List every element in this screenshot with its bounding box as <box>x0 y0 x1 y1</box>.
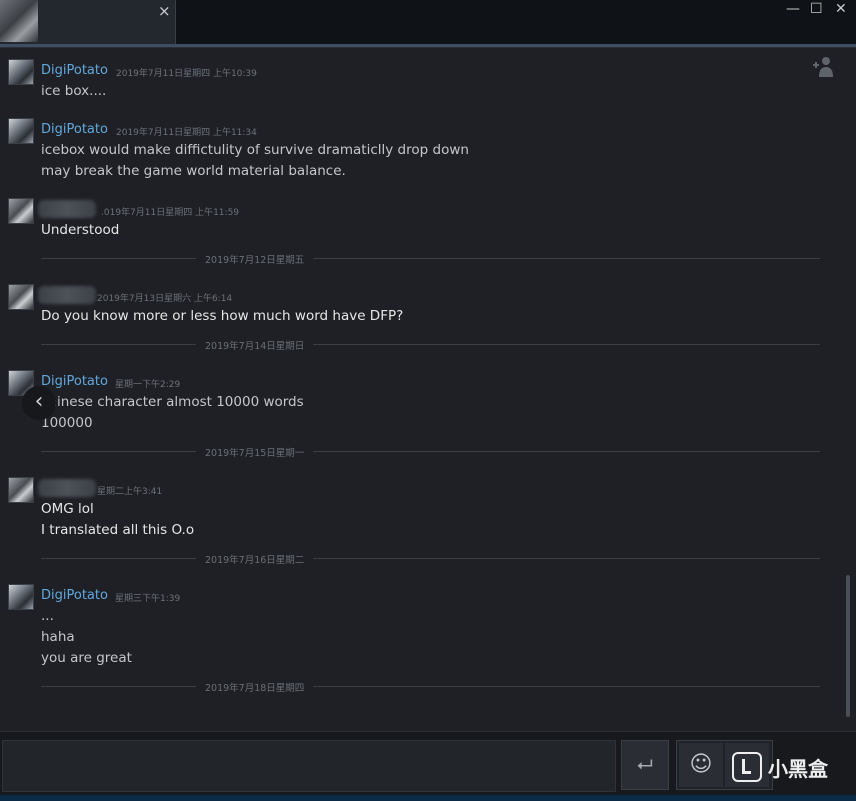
logo-icon <box>732 752 762 782</box>
redacted-name <box>38 286 96 304</box>
timestamp: 星期三下午1:39 <box>115 594 181 604</box>
message-text: may break the game world material balanc… <box>41 163 346 179</box>
message-text: haha <box>41 629 75 645</box>
chevron-left-icon[interactable]: ‹ <box>22 386 56 420</box>
bottom-bar <box>0 795 856 801</box>
chat-log[interactable]: DigiPotato 2019年7月11日星期四 上午10:39 ice box… <box>0 48 856 731</box>
avatar[interactable] <box>8 198 34 224</box>
sender-name[interactable]: DigiPotato <box>41 122 108 137</box>
date-divider: 2019年7月15日星期一 <box>41 445 820 459</box>
message-text: I translated all this O.o <box>41 522 195 538</box>
minimize-button[interactable]: — <box>786 2 800 16</box>
sender-name[interactable]: DigiPotato <box>41 63 108 78</box>
scrollbar[interactable] <box>846 575 850 717</box>
message-group: 星期二上午3:41 OMG lol I translated all this … <box>8 477 808 538</box>
friend-avatar <box>0 0 38 42</box>
message-group: .019年7月11日星期四 上午11:59 Understood <box>8 198 808 238</box>
timestamp: 星期一下午2:29 <box>115 380 181 390</box>
message-text: ice box.... <box>41 83 107 99</box>
message-text: 100000 <box>41 415 93 431</box>
watermark: 小黑盒 <box>732 752 828 784</box>
message-text: OMG lol <box>41 501 94 517</box>
sender-name[interactable]: DigiPotato <box>41 374 108 389</box>
message-text: ... <box>41 608 54 624</box>
message-text: you are great <box>41 650 132 666</box>
sender-name[interactable]: DigiPotato <box>41 588 108 603</box>
avatar[interactable] <box>8 118 34 144</box>
timestamp: 2019年7月11日星期四 上午10:39 <box>116 69 257 79</box>
avatar[interactable] <box>8 59 34 85</box>
date-divider: 2019年7月12日星期五 <box>41 252 820 266</box>
close-window-button[interactable]: ✕ <box>835 2 847 16</box>
redacted-name <box>38 479 96 497</box>
redacted-name <box>38 200 96 218</box>
message-text: Do you know more or less how much word h… <box>41 308 404 324</box>
chat-tab[interactable]: × <box>0 0 176 44</box>
date-divider: 2019年7月18日星期四 <box>41 680 820 694</box>
avatar[interactable] <box>8 584 34 610</box>
smiley-icon: ☺ <box>689 752 713 777</box>
date-divider: 2019年7月14日星期日 <box>41 338 820 352</box>
avatar[interactable] <box>8 477 34 503</box>
message-text: Understood <box>41 222 120 238</box>
timestamp: 2019年7月11日星期四 上午11:34 <box>116 128 257 138</box>
timestamp: 2019年7月13日星期六 上午6:14 <box>97 294 233 304</box>
title-bar: × — ☐ ✕ <box>0 0 856 44</box>
enter-icon: ⮠ <box>637 752 653 776</box>
send-button[interactable]: ⮠ <box>621 740 669 790</box>
avatar[interactable] <box>8 284 34 310</box>
message-text: icebox would make diffictulity of surviv… <box>41 142 469 158</box>
timestamp: 星期二上午3:41 <box>97 487 163 497</box>
composer: ⮠ ☺ <box>0 731 856 796</box>
message-group: DigiPotato 星期三下午1:39 ... haha you are gr… <box>8 584 808 666</box>
timestamp: .019年7月11日星期四 上午11:59 <box>101 208 240 218</box>
maximize-button[interactable]: ☐ <box>810 2 823 16</box>
message-input[interactable] <box>2 740 616 792</box>
emoticon-button[interactable]: ☺ <box>679 743 723 787</box>
message-group: DigiPotato 2019年7月11日星期四 上午10:39 ice box… <box>8 59 808 99</box>
date-divider: 2019年7月16日星期二 <box>41 552 820 566</box>
message-group: 2019年7月13日星期六 上午6:14 Do you know more or… <box>8 284 808 324</box>
message-group: DigiPotato 2019年7月11日星期四 上午11:34 icebox … <box>8 118 808 179</box>
message-group: DigiPotato 星期一下午2:29 chinese character a… <box>8 370 808 431</box>
invite-friend-icon[interactable] <box>812 56 836 78</box>
close-tab-icon[interactable]: × <box>158 4 171 19</box>
message-text: chinese character almost 10000 words <box>41 394 304 410</box>
